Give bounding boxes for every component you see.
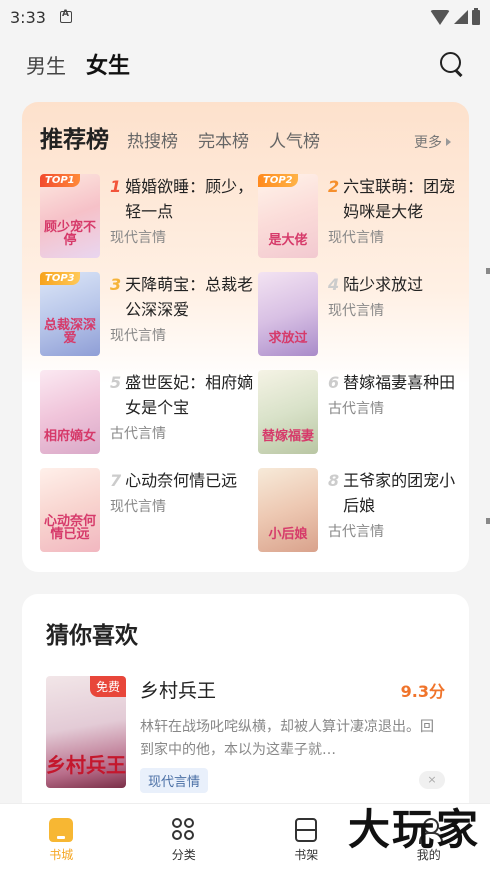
- bookshelf-icon: [295, 818, 318, 842]
- nav-bookstore[interactable]: 书城: [0, 804, 123, 871]
- book-cover[interactable]: 替嫁福妻: [258, 370, 318, 454]
- recommendation-card: 猜你喜欢 免费 乡村兵王 乡村兵王 9.3分 林轩在战场叱咤纵横，却被人算计凄凉…: [22, 594, 469, 824]
- book-title[interactable]: 盛世医妃：相府嫡女是个宝: [125, 370, 258, 420]
- top-badge: TOP1: [40, 174, 80, 187]
- book-genre: 古代言情: [110, 426, 166, 442]
- book-genre: 现代言情: [110, 328, 166, 344]
- book-genre: 现代言情: [110, 230, 166, 246]
- ranking-title[interactable]: 推荐榜: [40, 120, 109, 154]
- rank-number: 3: [110, 275, 122, 294]
- more-label: 更多: [414, 135, 442, 151]
- rank-number: 4: [328, 275, 340, 294]
- ranking-card: 推荐榜 热搜榜 完本榜 人气榜 更多 TOP1 顾少宠不停 1 婚婚欲睡：顾少，轻一…: [22, 102, 469, 572]
- book-title[interactable]: 替嫁福妻喜种田: [343, 370, 460, 395]
- ranking-item[interactable]: 小后娘 8 王爷家的团宠小后娘古代言情: [258, 468, 460, 566]
- bookstore-icon: [49, 818, 74, 842]
- tab-male[interactable]: 男生: [26, 50, 66, 79]
- watermark: 大玩家: [347, 805, 480, 854]
- battery-icon: [472, 7, 480, 25]
- ranking-item[interactable]: 求放过 4 陆少求放过现代言情: [258, 272, 460, 370]
- book-score: 9.3分: [400, 682, 445, 701]
- book-cover[interactable]: 小后娘: [258, 468, 318, 552]
- tab-popular[interactable]: 人气榜: [269, 127, 320, 152]
- recommendation-title: 猜你喜欢: [46, 623, 138, 649]
- nav-category[interactable]: 分类: [123, 804, 246, 871]
- book-cover[interactable]: 心动奈何情已远: [40, 468, 100, 552]
- wifi-icon: [430, 9, 450, 25]
- book-description[interactable]: 林轩在战场叱咤纵横，却被人算计凄凉退出。回到家中的他，本以为这辈子就…: [140, 716, 445, 762]
- ranking-item[interactable]: 替嫁福妻 6 替嫁福妻喜种田古代言情: [258, 370, 460, 468]
- tab-hot-search[interactable]: 热搜榜: [127, 127, 178, 152]
- category-icon: [171, 818, 196, 842]
- ranking-list: TOP1 顾少宠不停 1 婚婚欲睡：顾少，轻一点现代言情 TOP2 是大佬 2 六宝联萌…: [40, 174, 460, 566]
- top-badge: TOP2: [258, 174, 298, 187]
- book-genre: 古代言情: [328, 524, 384, 540]
- cover-title: 相府嫡女: [44, 429, 97, 445]
- genre-tag[interactable]: 现代言情: [140, 768, 209, 793]
- book-genre: 现代言情: [328, 230, 384, 246]
- ranking-item[interactable]: TOP2 是大佬 2 六宝联萌：团宠妈咪是大佬现代言情: [258, 174, 460, 272]
- more-link[interactable]: 更多: [414, 132, 451, 152]
- top-badge: TOP3: [40, 272, 80, 285]
- rank-number: 8: [328, 471, 340, 490]
- book-title[interactable]: 心动奈何情已远: [125, 468, 258, 493]
- cover-title: 心动奈何情已远: [44, 513, 97, 543]
- free-badge: 免费: [89, 676, 126, 697]
- book-title[interactable]: 陆少求放过: [343, 272, 460, 297]
- book-title[interactable]: 六宝联萌：团宠妈咪是大佬: [343, 174, 460, 224]
- search-icon[interactable]: [440, 52, 464, 76]
- scroll-indicator: [486, 268, 490, 274]
- tab-completed[interactable]: 完本榜: [198, 127, 249, 152]
- book-cover[interactable]: 免费 乡村兵王: [46, 676, 126, 788]
- rank-number: 7: [110, 471, 122, 490]
- ranking-item[interactable]: TOP3 总裁深深爱 3 天降萌宝：总裁老公深深爱现代言情: [40, 272, 258, 370]
- ranking-header: 推荐榜 热搜榜 完本榜 人气榜 更多: [40, 120, 451, 154]
- scroll-indicator: [486, 518, 490, 524]
- book-cover[interactable]: TOP3 总裁深深爱: [40, 272, 100, 356]
- tab-female[interactable]: 女生: [86, 48, 130, 80]
- book-cover[interactable]: 求放过: [258, 272, 318, 356]
- rank-number: 5: [110, 373, 122, 392]
- book-genre: 现代言情: [110, 499, 166, 515]
- cover-title: 是大佬: [268, 233, 308, 249]
- book-genre: 现代言情: [328, 303, 384, 319]
- cover-title: 顾少宠不停: [44, 219, 97, 249]
- book-title[interactable]: 乡村兵王: [140, 676, 216, 703]
- cover-title: 求放过: [268, 331, 308, 347]
- status-bar: 3:33: [0, 0, 490, 34]
- book-cover[interactable]: TOP2 是大佬: [258, 174, 318, 258]
- rank-number: 2: [328, 177, 340, 196]
- rank-number: 1: [110, 177, 122, 196]
- book-cover[interactable]: 相府嫡女: [40, 370, 100, 454]
- signal-icon: [454, 10, 468, 24]
- book-genre: 古代言情: [328, 401, 384, 417]
- ranking-item[interactable]: TOP1 顾少宠不停 1 婚婚欲睡：顾少，轻一点现代言情: [40, 174, 258, 272]
- arrow-right-icon: [446, 138, 451, 146]
- status-time: 3:33: [10, 7, 46, 27]
- cover-title: 总裁深深爱: [44, 317, 97, 347]
- book-cover[interactable]: TOP1 顾少宠不停: [40, 174, 100, 258]
- nav-label: 书城: [49, 848, 74, 862]
- nav-label: 书架: [294, 848, 319, 862]
- nav-label: 分类: [171, 848, 196, 862]
- cover-title: 小后娘: [268, 527, 308, 543]
- cover-title: 替嫁福妻: [262, 429, 315, 445]
- book-title[interactable]: 天降萌宝：总裁老公深深爱: [125, 272, 258, 322]
- dismiss-button[interactable]: ×: [419, 771, 445, 789]
- top-nav: 男生 女生: [0, 42, 490, 86]
- rank-number: 6: [328, 373, 340, 392]
- notification-icon: [59, 9, 72, 23]
- status-icons: [430, 7, 480, 25]
- book-title[interactable]: 婚婚欲睡：顾少，轻一点: [125, 174, 258, 224]
- ranking-item[interactable]: 心动奈何情已远 7 心动奈何情已远 现代言情: [40, 468, 258, 566]
- book-title[interactable]: 王爷家的团宠小后娘: [343, 468, 460, 518]
- cover-title: 乡村兵王: [46, 753, 126, 777]
- ranking-item[interactable]: 相府嫡女 5 盛世医妃：相府嫡女是个宝古代言情: [40, 370, 258, 468]
